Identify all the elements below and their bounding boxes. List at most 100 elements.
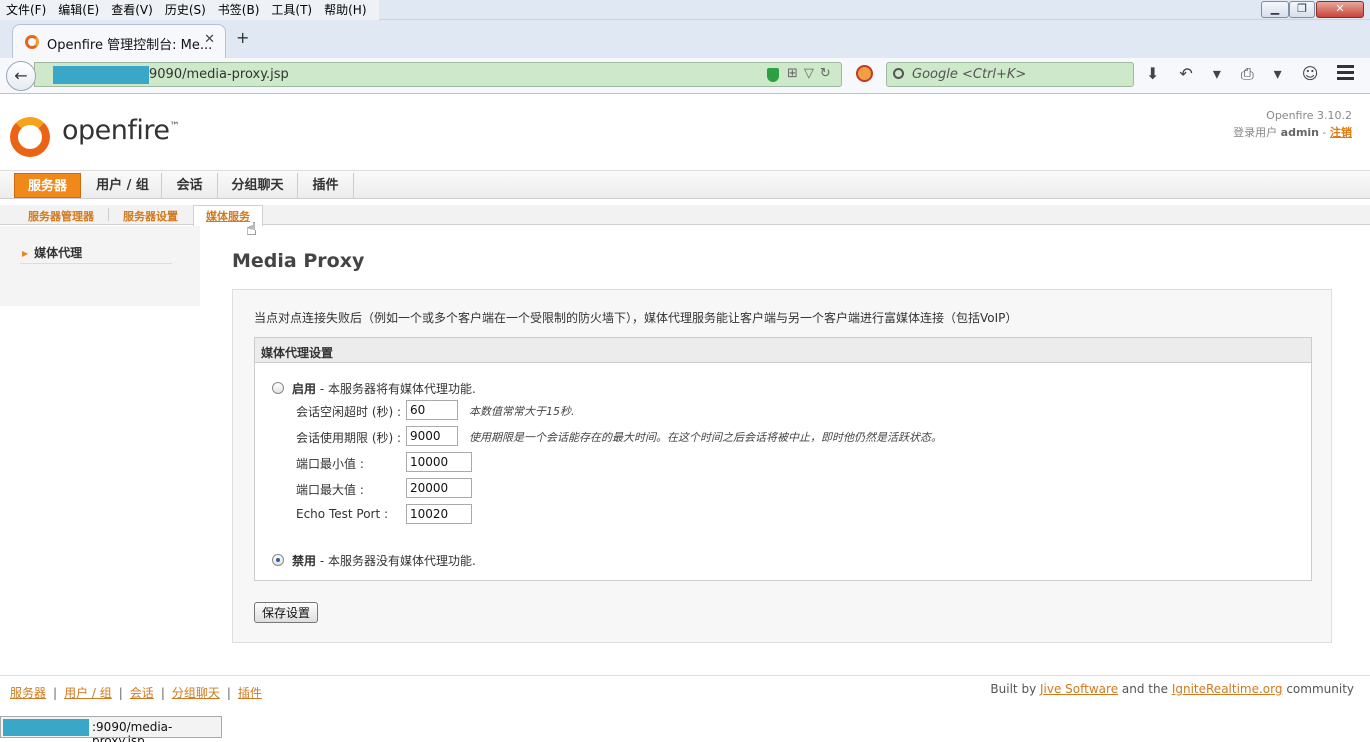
ignite-realtime-link[interactable]: IgniteRealtime.org [1172,682,1283,696]
navigation-bar: 9090/media-proxy.jsp ⊞▽↻ ← Google <Ctrl+… [0,58,1370,94]
menu-edit[interactable]: 编辑(E) [52,0,105,20]
built-by-prefix: Built by [990,682,1037,696]
menu-bookmarks[interactable]: 书签(B) [212,0,266,20]
url-text: 9090/media-proxy.jsp [149,67,289,82]
arrow-right-icon: ▶ [22,249,29,258]
print-icon[interactable]: ⎙ [1241,64,1254,84]
nav-server[interactable]: 服务器 [14,173,81,198]
shield-icon[interactable] [767,68,779,82]
idle-timeout-input[interactable] [406,400,458,420]
adblock-icon[interactable] [856,65,873,82]
maximize-button[interactable]: ❐ [1289,1,1315,18]
disable-label: 禁用 [292,554,317,568]
footer-link-group-chat[interactable]: 分组聊天 [172,686,220,700]
and-the-text: and the [1121,682,1168,696]
built-by: Built by Jive Software and the IgniteRea… [990,682,1354,696]
separator: | [160,686,165,700]
section-title: 媒体代理设置 [255,338,1311,363]
logout-link[interactable]: 注销 [1330,126,1352,139]
openfire-logo-icon [10,109,58,157]
menu-help[interactable]: 帮助(H) [318,0,372,20]
logo-text: openfire™ [62,115,179,146]
port-max-label: 端口最大值 : [296,483,364,497]
search-placeholder: Google <Ctrl+K> [912,67,1027,82]
footer-link-server[interactable]: 服务器 [10,686,46,700]
nav-sessions[interactable]: 会话 [162,173,218,198]
lifetime-hint: 使用期限是一个会话能存在的最大时间。在这个时间之后会话将被中止，即时他仍然是活跃… [469,431,942,444]
jive-software-link[interactable]: Jive Software [1040,682,1118,696]
echo-port-input[interactable] [406,504,472,524]
separator: | [118,686,123,700]
disable-desc: - 本服务器没有媒体代理功能. [316,554,476,568]
intro-text: 当点对点连接失败后（例如一个或多个客户端在一个受限制的防火墙下），媒体代理服务能… [254,311,1018,325]
footer-link-plugins[interactable]: 插件 [238,686,262,700]
sidebar-item-label: 媒体代理 [34,246,83,260]
idle-timeout-label: 会话空闲超时 (秒) : [296,405,402,419]
media-proxy-settings: 媒体代理设置 启用 - 本服务器将有媒体代理功能. 会话空闲超时 (秒) : 本… [254,337,1312,581]
disable-radio[interactable] [272,554,284,566]
divider [20,263,172,264]
hand-cursor-icon: ☝ [246,219,257,240]
back-button[interactable]: ← [6,61,36,91]
menu-view[interactable]: 查看(V) [105,0,159,20]
nav-plugins[interactable]: 插件 [298,173,354,198]
dropdown-icon[interactable]: ▾ [1213,64,1221,84]
port-max-input[interactable] [406,478,472,498]
download-icon[interactable]: ⬇ [1146,64,1159,84]
emoji-icon[interactable]: ☺ [1302,64,1319,84]
logo-wordmark: openfire [62,115,170,146]
separator: | [53,686,58,700]
menu-file[interactable]: 文件(F) [0,0,52,20]
subnav-server-manager[interactable]: 服务器管理器 [28,208,94,224]
port-min-input[interactable] [406,452,472,472]
status-bar: :9090/media-proxy.jsp [0,716,222,742]
menu-tools[interactable]: 工具(T) [265,0,318,20]
search-icon [893,68,904,79]
browser-tab[interactable]: Openfire 管理控制台: Me... ✕ [12,24,226,58]
subnav-server-settings[interactable]: 服务器设置 [123,208,178,224]
enable-label: 启用 [292,382,317,396]
undo-icon[interactable]: ↶ [1179,64,1192,84]
sidebar-item-media-proxy[interactable]: ▶ 媒体代理 [22,244,82,261]
menu-history[interactable]: 历史(S) [159,0,212,20]
minimize-button[interactable]: ▁ [1261,1,1289,18]
lifetime-input[interactable] [406,426,458,446]
tab-close-icon[interactable]: ✕ [204,32,215,47]
save-settings-button[interactable]: 保存设置 [254,602,319,623]
new-tab-button[interactable]: + [236,28,249,47]
enable-option: 启用 - 本服务器将有媒体代理功能. [292,380,476,397]
dropdown-icon[interactable]: ▾ [1274,64,1282,84]
menu-list: 文件(F) 编辑(E) 查看(V) 历史(S) 书签(B) 工具(T) 帮助(H… [0,0,379,20]
logged-in-info: 登录用户 admin - 注销 [1233,124,1352,140]
nav-users-groups[interactable]: 用户 / 组 [84,173,162,198]
divider [108,208,109,221]
sub-nav: 服务器管理器 服务器设置 媒体服务 [0,205,1370,226]
dash: - [1322,126,1330,139]
tab-title: Openfire 管理控制台: Me... [47,38,213,53]
browser-window: 文件(F) 编辑(E) 查看(V) 历史(S) 书签(B) 工具(T) 帮助(H… [0,0,1370,742]
reload-icon[interactable]: ⊞▽↻ [787,66,837,81]
tab-strip: Openfire 管理控制台: Me... ✕ + [0,20,1370,58]
username: admin [1280,126,1320,139]
enable-radio[interactable] [272,382,284,394]
close-window-button[interactable]: ✕ [1316,1,1364,18]
url-bar[interactable]: 9090/media-proxy.jsp ⊞▽↻ [34,62,842,87]
menu-icon[interactable] [1337,65,1354,80]
port-min-label: 端口最小值 : [296,457,364,471]
menu-bar: 文件(F) 编辑(E) 查看(V) 历史(S) 书签(B) 工具(T) 帮助(H… [0,0,1370,20]
disable-option: 禁用 - 本服务器没有媒体代理功能. [292,552,476,569]
logo-ring [10,117,50,157]
echo-port-label: Echo Test Port : [296,507,389,521]
search-bar[interactable]: Google <Ctrl+K> [886,62,1134,87]
footer-link-users-groups[interactable]: 用户 / 组 [64,686,112,700]
footer-link-sessions[interactable]: 会话 [130,686,154,700]
main-nav: 服务器 用户 / 组 会话 分组聊天 插件 [0,170,1370,199]
enable-desc: - 本服务器将有媒体代理功能. [316,382,476,396]
web-page: openfire™ Openfire 3.10.2 登录用户 admin - 注… [0,95,1370,742]
page-title: Media Proxy [232,250,365,272]
redacted-host [53,66,149,84]
nav-group-chat[interactable]: 分组聊天 [218,173,298,198]
logged-in-label: 登录用户 [1233,126,1278,139]
footer-links: 服务器 | 用户 / 组 | 会话 | 分组聊天 | 插件 [10,684,262,701]
status-url: :9090/media-proxy.jsp [92,720,173,742]
